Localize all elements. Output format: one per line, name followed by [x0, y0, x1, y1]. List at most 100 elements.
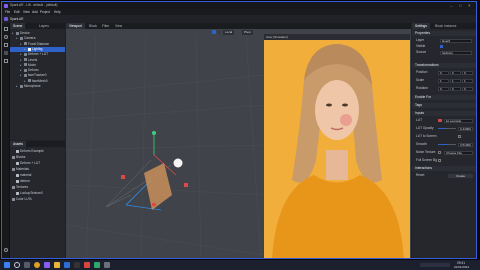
asset-item[interactable]: Blocks	[10, 155, 65, 160]
move-tool-icon[interactable]	[212, 30, 216, 34]
tab-settings[interactable]: Settings	[412, 23, 430, 29]
scene-tree-item-label: Mode	[28, 62, 36, 67]
section-enable-for[interactable]: Enable For	[412, 95, 476, 100]
app2-icon[interactable]	[94, 262, 100, 268]
lut-opacity-value[interactable]: 0.44000	[458, 126, 473, 131]
lut-opacity-label: LUT Opacity	[416, 126, 434, 130]
clock-date[interactable]: 01/01/2024	[454, 265, 469, 269]
settings-icon[interactable]	[3, 248, 8, 252]
scale-z[interactable]: 1	[462, 78, 473, 83]
lut-screen-checkbox[interactable]	[458, 135, 461, 138]
home-icon[interactable]	[3, 27, 8, 31]
photoshop-icon[interactable]	[64, 262, 70, 268]
minimize-button[interactable]: –	[450, 3, 452, 8]
menu-add[interactable]: Add	[32, 10, 38, 14]
asset-item-label: LookupTexture0	[20, 191, 43, 195]
scale-x[interactable]: 1	[438, 78, 449, 83]
asset-icon	[16, 179, 19, 183]
rotation-label: Rotation	[416, 86, 428, 90]
section-transformations[interactable]: Transformations	[412, 63, 476, 68]
tab-scene[interactable]: Scene	[10, 23, 26, 29]
taskview-icon[interactable]	[24, 262, 30, 268]
tray-icons[interactable]	[420, 263, 450, 267]
terminal-icon[interactable]	[74, 262, 80, 268]
asset-item-label: material	[20, 173, 32, 177]
scene-tree-item[interactable]: ▸ faceTracker0	[10, 73, 65, 78]
section-properties[interactable]: Properties	[412, 31, 476, 36]
rotation-z[interactable]: 0	[462, 86, 473, 91]
menu-project[interactable]: Project	[40, 10, 50, 14]
chrome-icon[interactable]	[34, 262, 40, 268]
position-z[interactable]: 0	[462, 70, 473, 75]
maximize-button[interactable]: □	[459, 3, 461, 8]
asset-item[interactable]: Materials	[10, 167, 65, 172]
scene-tree-item[interactable]: ▸ faceMesh0	[10, 79, 65, 84]
clock-time[interactable]: 09:41	[457, 261, 465, 265]
asset-item[interactable]: deform	[10, 179, 65, 184]
tab-layers[interactable]: Layers	[36, 23, 52, 29]
scene-icon[interactable]	[3, 35, 8, 39]
pivot-button[interactable]: Pivot	[242, 29, 253, 35]
scene-tree-item[interactable]: ▸ Camera	[10, 36, 65, 41]
create-button[interactable]: Create	[448, 173, 473, 178]
scene-tree-item[interactable]: ▸ Deform + LUT	[10, 52, 65, 57]
section-inputs[interactable]: Inputs	[412, 111, 476, 116]
rotation-x[interactable]: 0	[438, 86, 449, 91]
position-x[interactable]: 0	[438, 70, 449, 75]
asset-item[interactable]: Textures	[10, 185, 65, 190]
position-label: Position	[416, 70, 428, 74]
project-logo-icon	[4, 16, 8, 21]
object-icon	[20, 36, 23, 40]
patch-icon[interactable]	[3, 59, 8, 63]
section-tags[interactable]: Tags	[412, 103, 476, 108]
menu-view[interactable]: View	[23, 10, 30, 14]
close-button[interactable]: ×	[468, 3, 471, 8]
spark-icon[interactable]	[44, 262, 50, 268]
scene-tree-item-label: faceTracker0	[28, 73, 47, 78]
scene-tree-item[interactable]: ▸ Mode	[10, 63, 65, 68]
full-screen-checkbox[interactable]	[438, 159, 441, 162]
scene-tree-item-label: Microphone	[24, 84, 41, 88]
scene-tree-item[interactable]: ▸ Deform	[10, 68, 65, 73]
scale-y[interactable]: 1	[450, 78, 461, 83]
visible-checkbox[interactable]	[440, 45, 443, 48]
explorer-icon[interactable]	[54, 262, 60, 268]
rotate-tool-icon[interactable]	[217, 30, 221, 34]
noise-choose-file[interactable]: Choose File	[444, 150, 473, 155]
asset-item[interactable]: Deform Example	[10, 149, 65, 154]
library-icon[interactable]	[3, 51, 8, 55]
asset-icon	[16, 161, 19, 165]
scene-tree-item[interactable]: ▸ Focal Distance	[10, 42, 65, 47]
menu-edit[interactable]: Edit	[14, 10, 20, 14]
search-icon[interactable]	[14, 262, 20, 268]
asset-item[interactable]: material	[10, 173, 65, 178]
asset-item[interactable]: Deform + LUT	[10, 161, 65, 166]
noise-checkbox[interactable]	[438, 151, 441, 154]
layer-label: Layer	[416, 38, 424, 42]
app3-icon[interactable]	[104, 262, 110, 268]
layers-icon[interactable]	[3, 43, 8, 47]
tab-block-instance[interactable]: Block Instance	[432, 23, 459, 29]
app-icon[interactable]	[84, 262, 90, 268]
layer-select[interactable]: layer0	[440, 38, 472, 43]
scene-tree-item[interactable]: ▸ Microphone	[10, 84, 65, 89]
position-y[interactable]: 0	[450, 70, 461, 75]
lut-select[interactable]: lut.example	[444, 118, 473, 123]
scene-tree-item[interactable]: ▸ Levels	[10, 58, 65, 63]
tab-assets[interactable]: Assets	[10, 141, 26, 147]
scene-tree-item[interactable]: ▸ Lightbg	[10, 46, 65, 52]
scene-3d-canvas[interactable]	[66, 35, 264, 259]
menu-file[interactable]: File	[5, 10, 10, 14]
rotation-y[interactable]: 0	[450, 86, 461, 91]
viewport[interactable]: Viewport Block Filter View Local Pivot U…	[66, 23, 411, 259]
simulator-preview[interactable]: User (Simulator)	[264, 34, 410, 258]
menu-help[interactable]: Help	[54, 10, 61, 14]
scene-tree-item[interactable]: ▸ Device	[10, 31, 65, 36]
section-interactions[interactable]: Interactions	[412, 166, 476, 171]
local-button[interactable]: Local	[223, 29, 235, 35]
source-select[interactable]: Settings	[440, 50, 472, 55]
smooth-value[interactable]: 0.51000	[458, 142, 473, 147]
start-icon[interactable]	[4, 262, 10, 268]
asset-item[interactable]: Color LUTs	[10, 197, 65, 202]
asset-item[interactable]: LookupTexture0	[10, 191, 65, 196]
